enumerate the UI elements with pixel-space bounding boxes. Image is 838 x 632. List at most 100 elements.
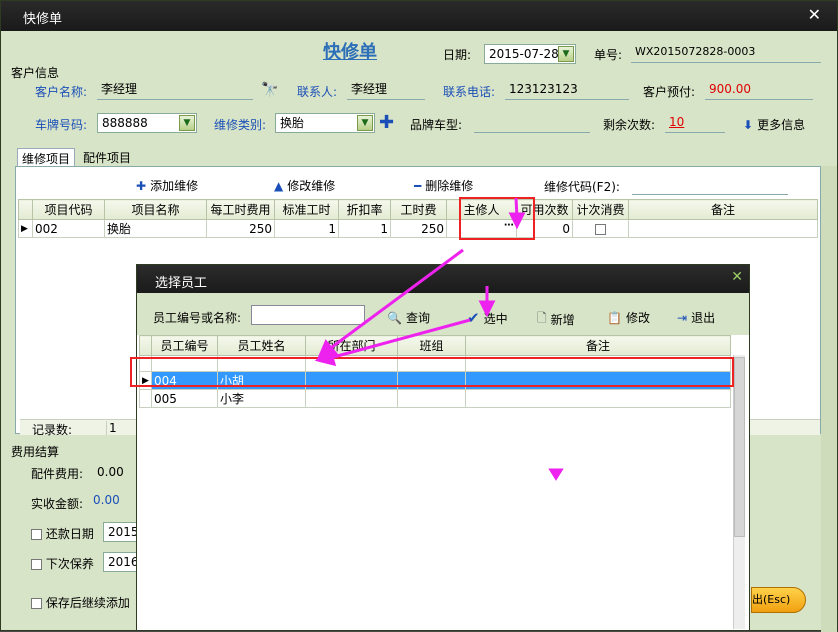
next-maint-checkbox[interactable]: 下次保养 [31,555,94,572]
column-header[interactable]: 每工时费用 [206,199,275,220]
exit-button[interactable]: 出(Esc) [751,587,806,613]
repay-date-checkbox[interactable]: 还款日期 [31,525,94,542]
prepay-label: 客户预付: [643,85,696,99]
repair-code-field[interactable] [632,175,788,195]
search-input[interactable] [251,305,365,325]
column-header[interactable]: 员工编号 [151,335,218,356]
customer-section-label: 客户信息 [11,66,60,80]
cell-emp-note[interactable] [465,389,731,408]
column-header[interactable]: 折扣率 [338,199,391,220]
next-maint-check[interactable] [31,559,42,570]
customer-name-field[interactable]: 李经理 [97,80,253,100]
brand-field[interactable] [474,113,590,133]
triangle-up-icon: ▲ [274,178,284,193]
phone-label: 联系电话: [443,85,496,99]
cell-name[interactable]: 换胎 [104,219,207,238]
plate-label: 车牌号码: [35,118,88,132]
customer-name-label: 客户名称: [35,85,88,99]
cell-discount[interactable]: 1 [338,219,391,238]
edit-repair-button[interactable]: ▲ 修改维修 [274,177,335,194]
cell-std-hours[interactable]: 1 [274,219,339,238]
delete-repair-button[interactable]: ━ 删除维修 [414,177,473,194]
repay-date-field[interactable]: 2015- [103,522,143,542]
column-header[interactable]: 所在部门 [305,335,398,356]
next-maint-label: 下次保养 [45,557,94,571]
remaining-label: 剩余次数: [603,118,656,132]
add-icon[interactable]: ✚ [379,112,394,133]
plate-value: 888888 [102,116,148,130]
record-count-label: 记录数: [32,423,73,437]
cell-emp-dept[interactable] [305,389,398,408]
row-pointer-icon: ▶ [18,219,33,238]
count-checkbox[interactable] [595,223,606,235]
table-row[interactable]: ▶ 002 换胎 250 1 1 250 ⋯ 0 [18,219,818,238]
plate-select[interactable]: 888888 ▼ [97,113,197,133]
repair-type-select[interactable]: 换胎 ▼ [275,113,375,133]
next-maint-field[interactable]: 2016- [103,552,143,572]
dialog-close-icon[interactable]: ✕ [731,269,743,285]
dialog-toolbar: 员工编号或名称: 🔍 查询 ✔ 选中 🗋 新增 📋 修改 ⇥ 退出 [137,293,749,335]
chevron-down-icon[interactable]: ▼ [357,115,373,131]
minus-icon: ━ [414,178,422,193]
repay-date-label: 还款日期 [45,527,94,541]
tab-repair-items[interactable]: 维修项目 [17,148,76,166]
select-label: 选中 [483,311,508,326]
chevron-down-icon[interactable]: ▼ [558,46,574,62]
exit-dialog-button[interactable]: ⇥ 退出 [677,309,715,326]
document-icon: 🗋 [537,311,547,325]
column-header[interactable]: 班组 [397,335,466,356]
cell-count[interactable] [572,219,629,238]
query-label: 查询 [405,311,430,325]
column-header[interactable]: 备注 [465,335,731,356]
save-continue-checkbox[interactable]: 保存后继续添加 [31,594,130,611]
repair-type-value: 换胎 [280,116,305,130]
new-button[interactable]: 🗋 新增 [537,309,575,330]
form-heading: 快修单 [323,42,377,63]
order-no-value: WX2015072828-0003 [631,43,821,63]
new-label: 新增 [550,313,575,327]
column-header[interactable]: 工时费 [390,199,447,220]
save-continue-check[interactable] [31,598,42,609]
table-row[interactable]: 005 小李 [139,389,731,408]
column-header[interactable]: 标准工时 [274,199,339,220]
phone-field[interactable]: 123123123 [505,80,629,100]
column-header[interactable]: 项目名称 [104,199,207,220]
column-header[interactable]: 员工姓名 [217,335,306,356]
save-continue-label: 保存后继续添加 [45,596,130,610]
cell-emp-id[interactable]: 005 [151,389,218,408]
highlight-box-worker [459,197,535,240]
contact-label: 联系人: [297,85,338,99]
cell-emp-name[interactable]: 小李 [217,389,306,408]
magnifier-icon: 🔍 [387,310,402,325]
tab-parts-items[interactable]: 配件项目 [79,148,135,166]
right-edge [821,166,837,632]
edit-button[interactable]: 📋 修改 [607,309,650,326]
repay-date-check[interactable] [31,529,42,540]
brand-label: 品牌车型: [410,118,463,132]
cell-hourly[interactable]: 250 [206,219,275,238]
repair-code-label: 维修代码(F2): [544,180,620,194]
prepay-field[interactable]: 900.00 [705,80,813,100]
binoculars-icon[interactable]: 🔭 [261,82,278,98]
select-employee-dialog: 选择员工 ✕ 员工编号或名称: 🔍 查询 ✔ 选中 🗋 新增 📋 修改 ⇥ 退出 [136,264,750,631]
contact-field[interactable]: 李经理 [347,80,425,100]
date-picker[interactable]: 2015-07-28 ▼ [484,44,576,64]
dialog-scrollbar[interactable] [733,355,745,629]
dialog-title-bar: 选择员工 ✕ [137,265,749,293]
column-header[interactable]: 备注 [628,199,818,220]
cell-labor[interactable]: 250 [390,219,447,238]
cell-note[interactable] [628,219,818,238]
scrollbar-thumb[interactable] [734,357,745,537]
add-repair-button[interactable]: ✚ 添加维修 [136,177,198,194]
date-label: 日期: [443,48,472,62]
column-header[interactable]: 计次消费 [572,199,629,220]
chevron-down-icon[interactable]: ▼ [179,115,195,131]
title-bar: 快修单 ✕ [1,1,837,31]
column-header[interactable]: 项目代码 [32,199,105,220]
cell-code[interactable]: 002 [32,219,105,238]
query-button[interactable]: 🔍 查询 [387,309,430,326]
close-icon[interactable]: ✕ [808,5,821,24]
select-button[interactable]: ✔ 选中 [467,309,508,327]
more-info-button[interactable]: ⬇ 更多信息 [743,116,805,133]
cell-emp-team[interactable] [397,389,466,408]
